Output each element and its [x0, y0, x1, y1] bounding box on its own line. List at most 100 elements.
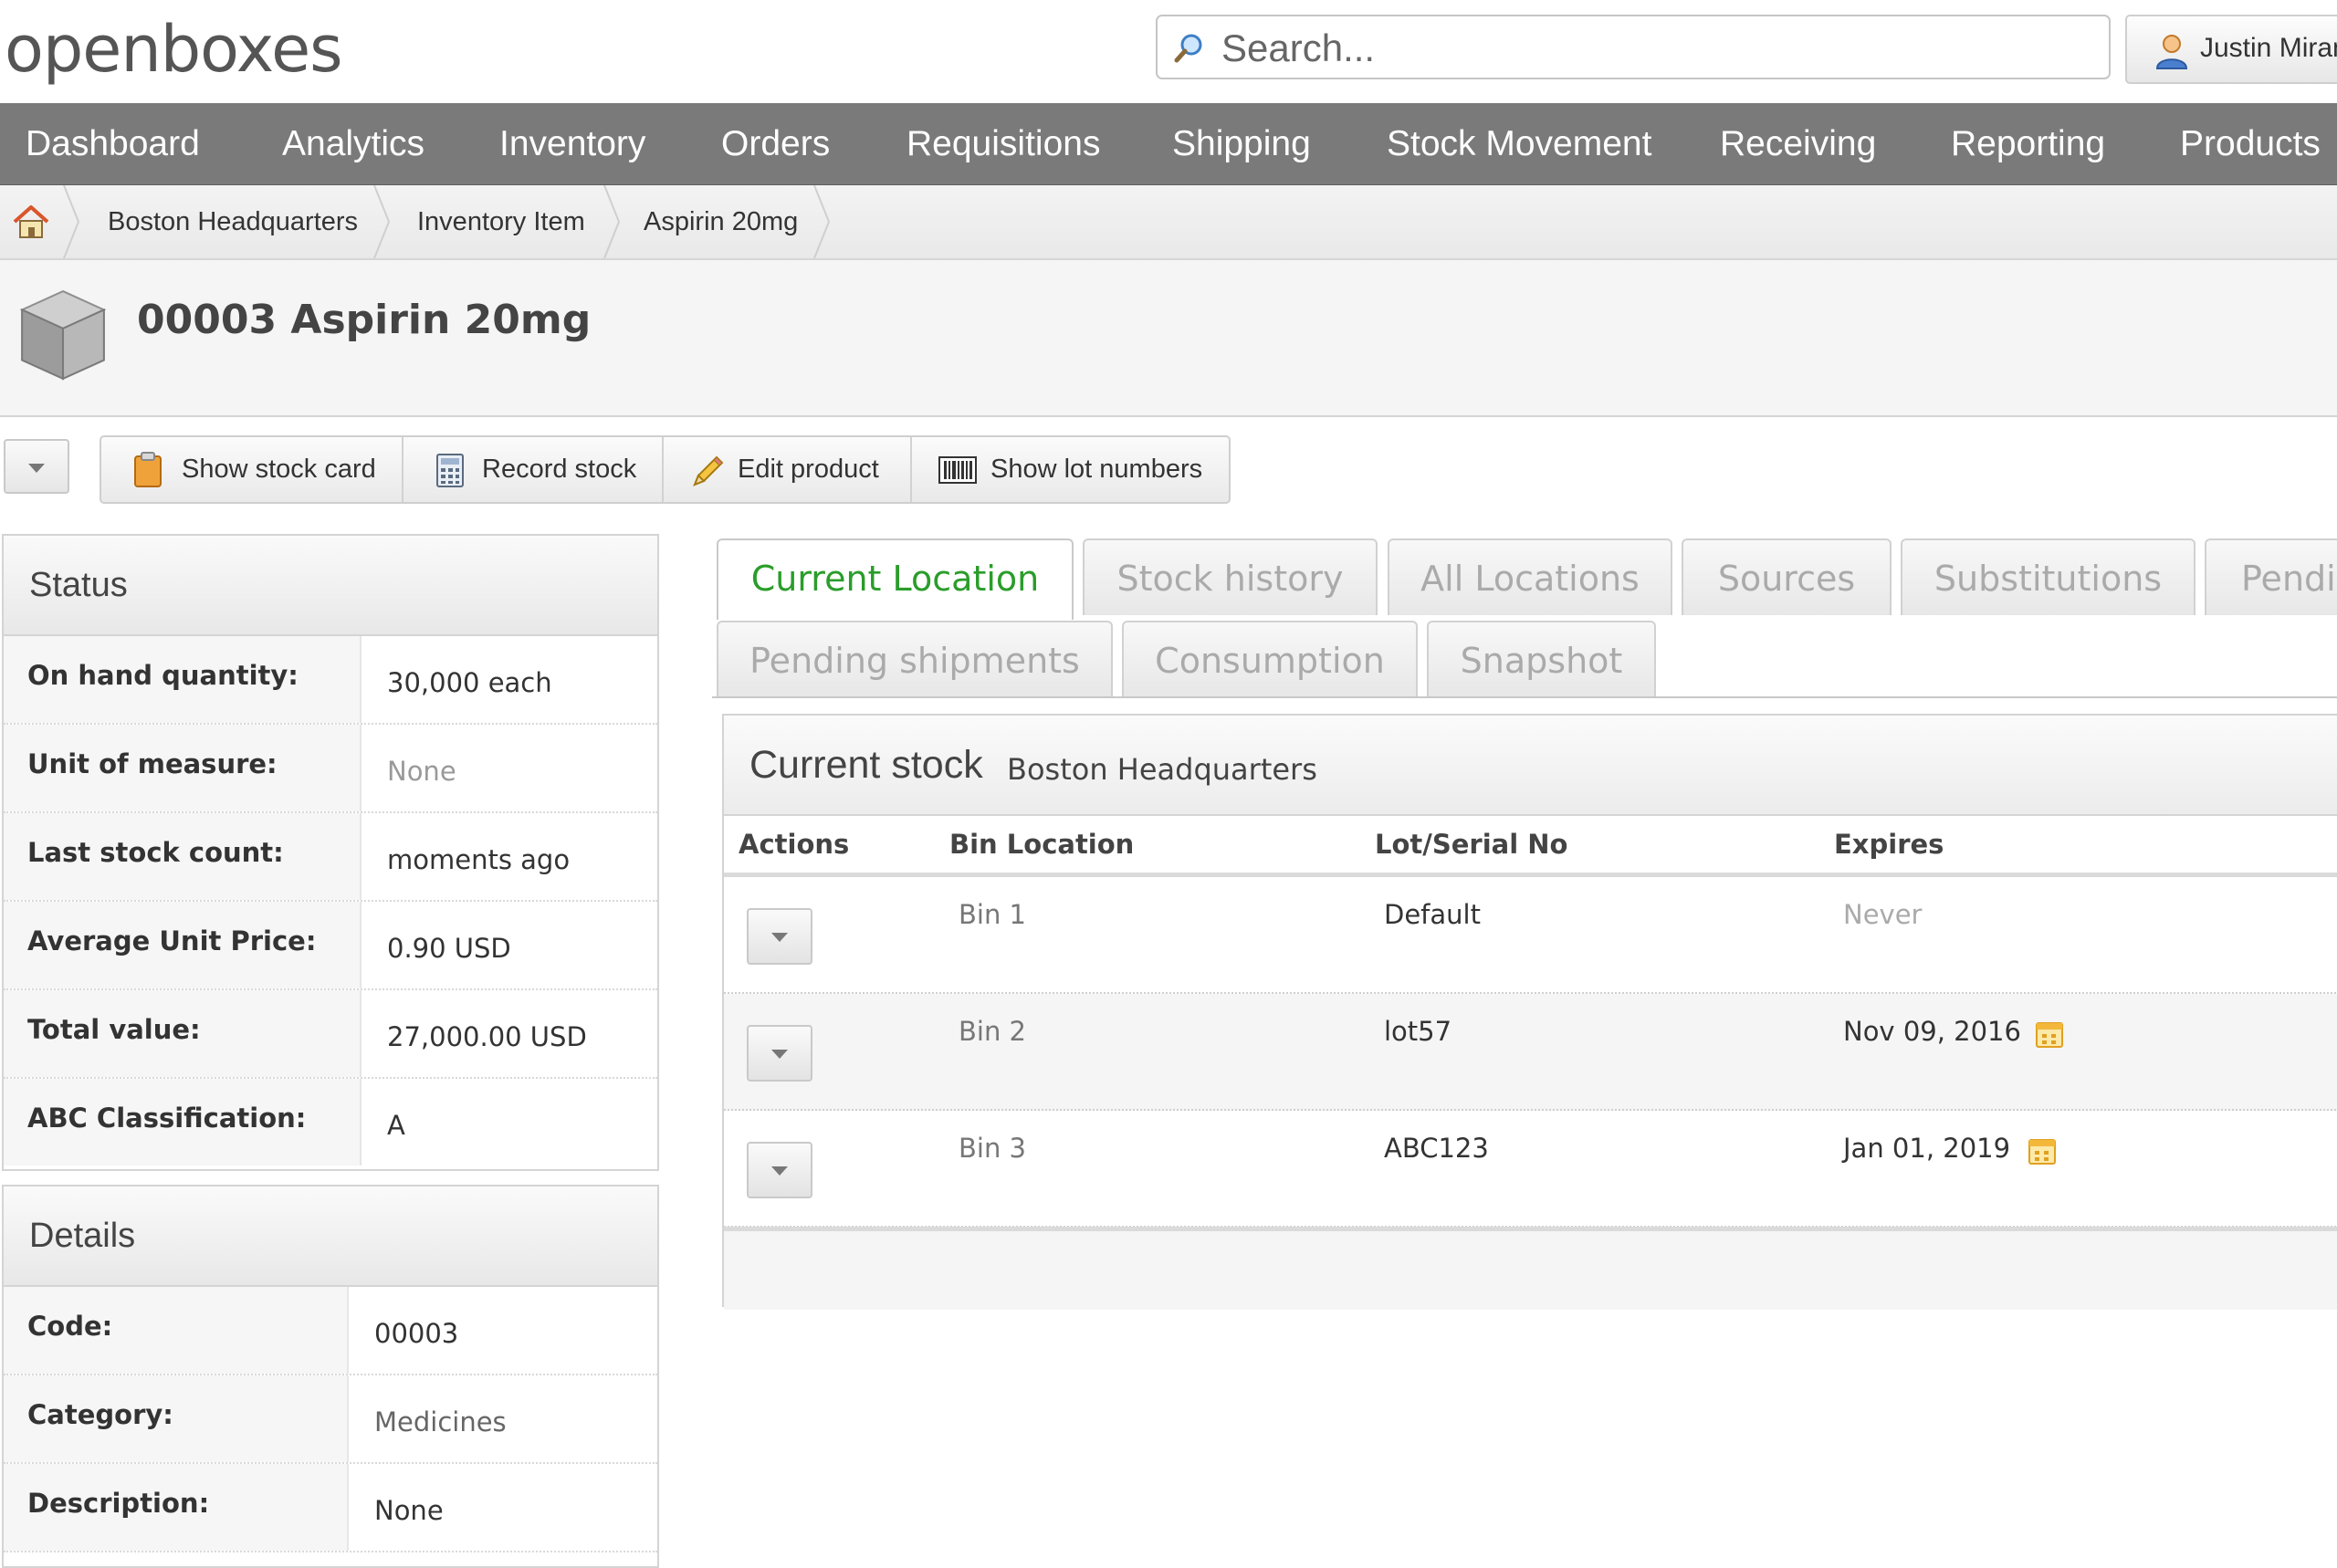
- description-label: Description:: [4, 1464, 349, 1551]
- box-icon: [19, 289, 107, 381]
- on-hand-quantity-label: On hand quantity:: [4, 636, 362, 723]
- chevron-down-icon: [28, 464, 45, 473]
- on-hand-quantity-value: 30,000 each: [387, 667, 552, 698]
- abc-classification-value: A: [387, 1110, 405, 1141]
- details-row: Category: Medicines: [4, 1375, 657, 1464]
- tab-pending-shipments[interactable]: Pending shipments: [717, 621, 1113, 697]
- bin-location-cell: Bin 3: [959, 1133, 1027, 1164]
- last-stock-count-value: moments ago: [387, 844, 571, 875]
- nav-receiving[interactable]: Receiving: [1720, 103, 1876, 184]
- user-menu-button[interactable]: Justin Miranda: [2125, 15, 2337, 84]
- column-expires: Expires: [1834, 829, 1944, 860]
- search-box[interactable]: [1156, 15, 2111, 79]
- lot-number-cell[interactable]: Default: [1384, 899, 1481, 930]
- show-lot-numbers-label: Show lot numbers: [990, 455, 1203, 484]
- details-row: Code: 00003: [4, 1287, 657, 1375]
- breadcrumb-location[interactable]: Boston Headquarters: [108, 185, 358, 258]
- table-row: Bin 1 Default Never: [724, 877, 2337, 994]
- category-value[interactable]: Medicines: [374, 1406, 507, 1437]
- average-unit-price-label: Average Unit Price:: [4, 902, 362, 988]
- total-value-label: Total value:: [4, 990, 362, 1077]
- tab-pending[interactable]: Pending: [2205, 538, 2337, 615]
- average-unit-price-value: 0.90 USD: [387, 933, 511, 964]
- calendar-icon: [2036, 1022, 2063, 1048]
- row-actions-button[interactable]: [747, 1142, 812, 1198]
- status-panel: Status On hand quantity: 30,000 each Uni…: [2, 534, 659, 1171]
- code-value: 00003: [374, 1318, 459, 1349]
- chevron-down-icon: [771, 1050, 788, 1059]
- user-name: Justin Miranda: [2200, 33, 2337, 63]
- bin-location-cell: Bin 2: [959, 1016, 1027, 1047]
- search-icon: [1174, 34, 1202, 63]
- header: openboxes Justin Miranda: [0, 0, 2337, 103]
- tab-all-locations[interactable]: All Locations: [1388, 538, 1672, 615]
- breadcrumb-separator: [373, 185, 391, 258]
- product-actions-toolbar: Show stock card Record stock Edit produc…: [100, 435, 1231, 504]
- unit-of-measure-value: None: [387, 756, 456, 787]
- status-row: Average Unit Price: 0.90 USD: [4, 902, 657, 990]
- tab-substitutions[interactable]: Substitutions: [1901, 538, 2196, 615]
- show-stock-card-button[interactable]: Show stock card: [101, 437, 403, 502]
- page-title: 00003 Aspirin 20mg: [137, 297, 592, 343]
- column-actions: Actions: [739, 829, 850, 860]
- calculator-icon: [436, 454, 464, 487]
- table-row: Bin 2 lot57 Nov 09, 2016: [724, 994, 2337, 1111]
- search-input[interactable]: [1220, 22, 2091, 74]
- user-icon: [2155, 35, 2188, 69]
- lot-number-cell[interactable]: lot57: [1384, 1016, 1451, 1047]
- tabs-divider: [712, 696, 2337, 698]
- nav-products[interactable]: Products: [2180, 103, 2321, 184]
- tab-sources[interactable]: Sources: [1682, 538, 1892, 615]
- code-label: Code:: [4, 1287, 349, 1374]
- stock-table-footer: [724, 1227, 2337, 1310]
- table-row: Bin 3 ABC123 Jan 01, 2019: [724, 1111, 2337, 1228]
- status-row: Last stock count: moments ago: [4, 813, 657, 902]
- record-stock-button[interactable]: Record stock: [403, 437, 664, 502]
- show-lot-numbers-button[interactable]: Show lot numbers: [912, 437, 1229, 502]
- nav-orders[interactable]: Orders: [721, 103, 830, 184]
- details-panel: Details Code: 00003 Category: Medicines …: [2, 1185, 659, 1568]
- chevron-down-icon: [771, 933, 788, 942]
- breadcrumb-separator: [63, 185, 80, 258]
- nav-requisitions[interactable]: Requisitions: [907, 103, 1100, 184]
- total-value-value: 27,000.00 USD: [387, 1021, 587, 1052]
- lot-number-cell[interactable]: ABC123: [1384, 1133, 1489, 1164]
- status-heading: Status: [4, 536, 657, 636]
- nav-inventory[interactable]: Inventory: [499, 103, 645, 184]
- expires-cell: Never: [1843, 899, 1923, 930]
- expires-cell: Nov 09, 2016: [1843, 1016, 2021, 1047]
- row-actions-button[interactable]: [747, 908, 812, 965]
- clipboard-icon: [134, 452, 162, 487]
- details-row: Description: None: [4, 1464, 657, 1552]
- main-nav: Dashboard Analytics Inventory Orders Req…: [0, 103, 2337, 186]
- category-label: Category:: [4, 1375, 349, 1462]
- status-row: Unit of measure: None: [4, 725, 657, 813]
- nav-stock-movement[interactable]: Stock Movement: [1387, 103, 1651, 184]
- actions-dropdown-button[interactable]: [4, 439, 69, 494]
- description-value: None: [374, 1495, 444, 1526]
- tab-snapshot[interactable]: Snapshot: [1427, 621, 1656, 697]
- row-actions-button[interactable]: [747, 1025, 812, 1082]
- expires-cell: Jan 01, 2019: [1843, 1133, 2011, 1164]
- tab-consumption[interactable]: Consumption: [1122, 621, 1418, 697]
- abc-classification-label: ABC Classification:: [4, 1079, 362, 1166]
- breadcrumb: Boston Headquarters Inventory Item Aspir…: [0, 185, 2337, 260]
- breadcrumb-product[interactable]: Aspirin 20mg: [644, 185, 798, 258]
- nav-reporting[interactable]: Reporting: [1951, 103, 2105, 184]
- stock-table-header: Actions Bin Location Lot/Serial No Expir…: [724, 816, 2337, 877]
- nav-shipping[interactable]: Shipping: [1172, 103, 1311, 184]
- nav-dashboard[interactable]: Dashboard: [26, 103, 200, 184]
- details-heading: Details: [4, 1186, 657, 1287]
- breadcrumb-inventory-item[interactable]: Inventory Item: [417, 185, 585, 258]
- app-logo[interactable]: openboxes: [5, 11, 343, 88]
- nav-analytics[interactable]: Analytics: [282, 103, 424, 184]
- column-lot-serial-no: Lot/Serial No: [1375, 829, 1568, 860]
- product-header: 00003 Aspirin 20mg: [0, 260, 2337, 417]
- edit-product-button[interactable]: Edit product: [664, 437, 912, 502]
- current-stock-location: Boston Headquarters: [1007, 752, 1317, 787]
- tab-current-location[interactable]: Current Location: [717, 538, 1074, 620]
- home-icon[interactable]: [11, 204, 51, 240]
- tab-stock-history[interactable]: Stock history: [1083, 538, 1378, 615]
- show-stock-card-label: Show stock card: [182, 455, 376, 484]
- pencil-icon: [693, 455, 724, 486]
